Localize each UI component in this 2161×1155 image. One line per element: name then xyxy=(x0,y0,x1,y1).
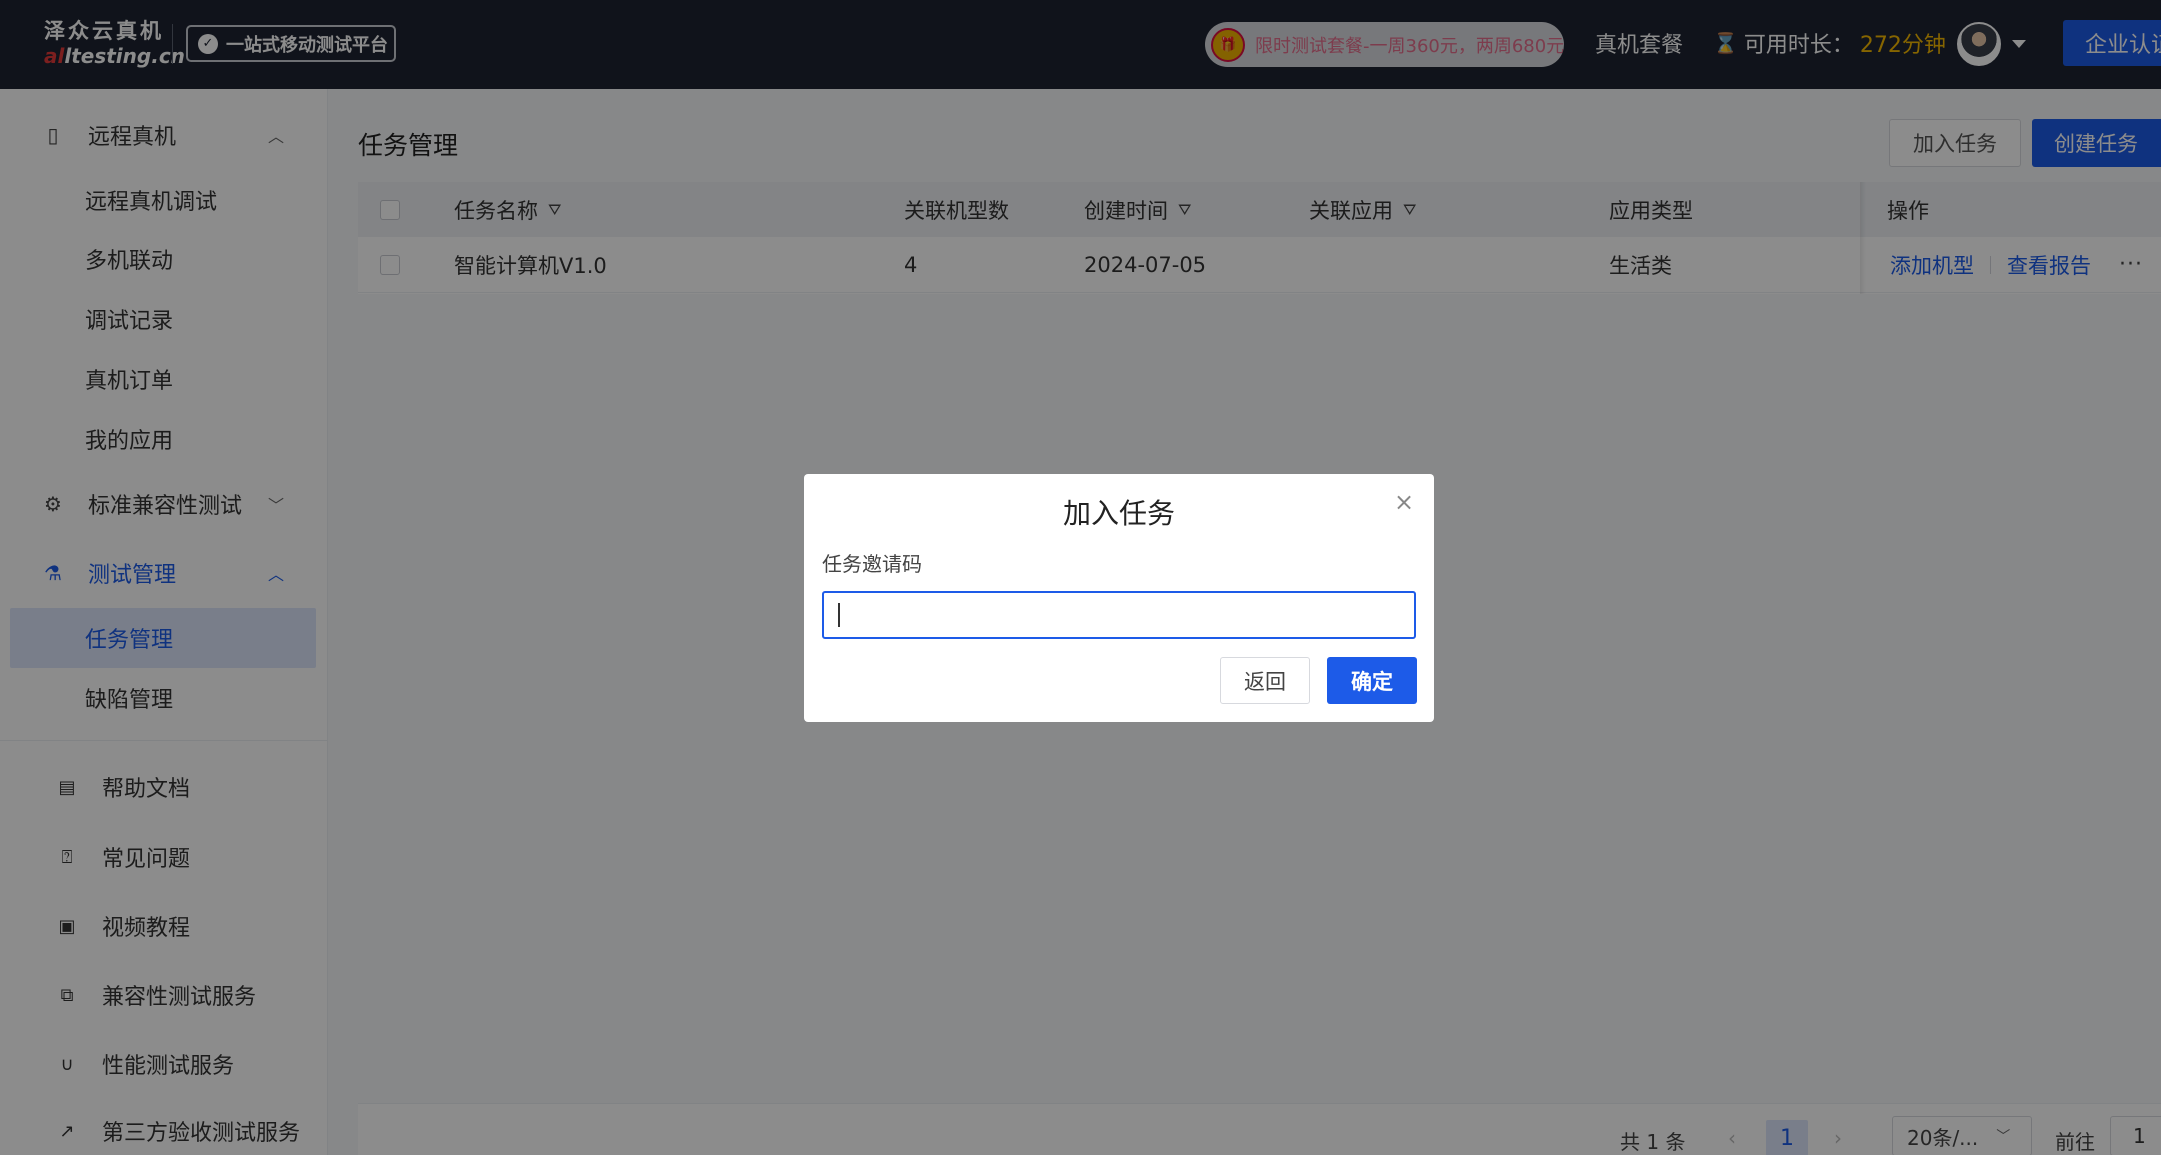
text-cursor xyxy=(838,603,840,627)
dialog-title: 加入任务 xyxy=(1062,497,1175,530)
confirm-button[interactable]: 确定 xyxy=(1327,657,1417,704)
invite-code-input[interactable] xyxy=(822,591,1416,639)
join-task-dialog: 加入任务 × 任务邀请码 返回 确定 xyxy=(804,474,1434,722)
invite-code-label: 任务邀请码 xyxy=(822,552,922,576)
back-button[interactable]: 返回 xyxy=(1220,657,1310,704)
close-icon[interactable]: × xyxy=(1394,488,1414,516)
